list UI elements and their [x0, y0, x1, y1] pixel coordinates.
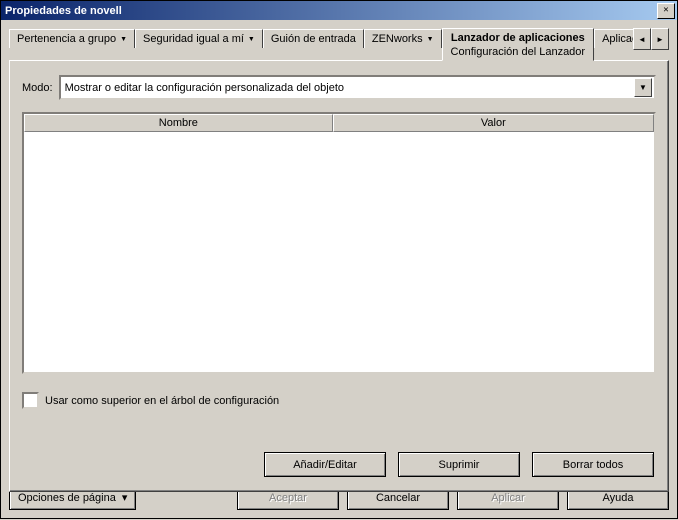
tab-label: Aplicac	[602, 33, 633, 45]
column-header-nombre[interactable]: Nombre	[24, 114, 333, 132]
tab-label: Guión de entrada	[271, 33, 356, 45]
tab-subtitle: Configuración del Lanzador	[451, 46, 586, 60]
window-title: Propiedades de novell	[5, 5, 657, 17]
checkbox-row: Usar como superior en el árbol de config…	[22, 392, 656, 409]
config-table: Nombre Valor	[22, 112, 656, 374]
triangle-right-icon: ►	[656, 35, 664, 44]
chevron-down-icon: ▾	[122, 491, 128, 504]
modo-label: Modo:	[22, 82, 53, 94]
dropdown-button[interactable]: ▼	[634, 78, 652, 97]
tab-guion-de-entrada[interactable]: Guión de entrada	[263, 29, 364, 48]
table-header: Nombre Valor	[24, 114, 654, 132]
tab-scroll-left-button[interactable]: ◄	[633, 28, 651, 50]
modo-value: Mostrar o editar la configuración person…	[65, 82, 634, 94]
tab-scroll-controls: ◄ ►	[633, 28, 669, 50]
chevron-down-icon: ▼	[248, 36, 255, 43]
close-icon: ✕	[663, 6, 668, 15]
chevron-down-icon: ▼	[427, 36, 434, 43]
tab-label: ZENworks	[372, 33, 423, 45]
window-body: Pertenencia a grupo ▼ Seguridad igual a …	[0, 20, 678, 519]
modo-row: Modo: Mostrar o editar la configuración …	[22, 75, 656, 100]
panel-button-row: Añadir/Editar Suprimir Borrar todos	[264, 452, 654, 477]
close-button[interactable]: ✕	[657, 3, 675, 19]
tab-zenworks[interactable]: ZENworks ▼	[364, 29, 442, 48]
tab-lanzador-de-aplicaciones[interactable]: Lanzador de aplicaciones Configuración d…	[442, 28, 595, 61]
table-body-empty	[24, 132, 654, 372]
tab-strip: Pertenencia a grupo ▼ Seguridad igual a …	[9, 28, 669, 61]
tab-aplicaciones-partial[interactable]: Aplicac	[594, 29, 633, 48]
title-bar: Propiedades de novell ✕	[0, 0, 678, 20]
tab-seguridad-igual-a-mi[interactable]: Seguridad igual a mí ▼	[135, 29, 263, 48]
tab-label: Pertenencia a grupo	[17, 33, 116, 45]
checkbox-label: Usar como superior en el árbol de config…	[45, 395, 279, 407]
suprimir-button[interactable]: Suprimir	[398, 452, 520, 477]
usar-como-superior-checkbox[interactable]	[22, 392, 39, 409]
tab-page: Modo: Mostrar o editar la configuración …	[9, 60, 669, 492]
anadir-editar-button[interactable]: Añadir/Editar	[264, 452, 386, 477]
chevron-down-icon: ▼	[120, 36, 127, 43]
triangle-left-icon: ◄	[638, 35, 646, 44]
tab-scroll-right-button[interactable]: ►	[651, 28, 669, 50]
tab-label: Seguridad igual a mí	[143, 33, 244, 45]
chevron-down-icon: ▼	[639, 83, 647, 92]
borrar-todos-button[interactable]: Borrar todos	[532, 452, 654, 477]
tab-label: Lanzador de aplicaciones	[451, 32, 585, 44]
modo-dropdown[interactable]: Mostrar o editar la configuración person…	[59, 75, 656, 100]
tab-pertenencia-a-grupo[interactable]: Pertenencia a grupo ▼	[9, 29, 135, 48]
column-header-valor[interactable]: Valor	[333, 114, 654, 132]
